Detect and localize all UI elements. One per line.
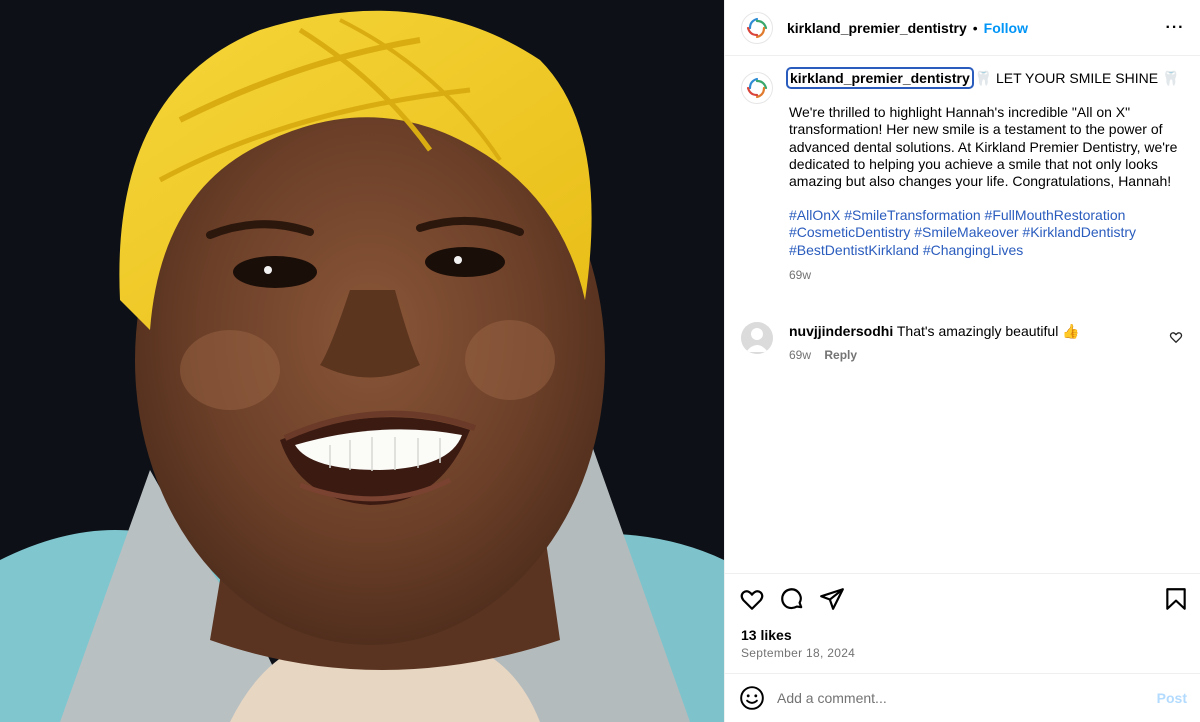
reply-button[interactable]: Reply bbox=[824, 348, 857, 362]
header-separator: • bbox=[972, 19, 978, 36]
caption-avatar[interactable] bbox=[741, 72, 773, 104]
caption-headline: 🦷 LET YOUR SMILE SHINE 🦷 bbox=[974, 70, 1180, 86]
follow-button[interactable]: Follow bbox=[984, 20, 1028, 36]
comment-item: nuvjjindersodhi That's amazingly beautif… bbox=[741, 320, 1187, 368]
post-header: kirkland_premier_dentistry • Follow ··· bbox=[725, 0, 1200, 56]
portrait-illustration bbox=[0, 0, 724, 722]
like-count[interactable]: 13 likes bbox=[741, 627, 792, 643]
comment-timestamp[interactable]: 69w bbox=[789, 348, 811, 362]
post-actions: 13 likes September 18, 2024 bbox=[725, 573, 1200, 673]
caption-timestamp[interactable]: 69w bbox=[789, 267, 1181, 284]
account-avatar[interactable] bbox=[741, 11, 773, 44]
smiley-icon[interactable] bbox=[739, 685, 765, 711]
comment-body: That's amazingly beautiful 👍 bbox=[896, 323, 1080, 339]
heart-icon[interactable] bbox=[739, 586, 765, 612]
add-comment-bar: Post bbox=[725, 673, 1200, 722]
comment-meta: 69w Reply bbox=[789, 348, 857, 362]
caption-body: kirkland_premier_dentistry 🦷 LET YOUR SM… bbox=[786, 67, 1181, 284]
more-dots-icon[interactable]: ··· bbox=[1163, 16, 1187, 40]
instagram-post: kirkland_premier_dentistry • Follow ··· … bbox=[0, 0, 1200, 722]
paper-plane-icon[interactable] bbox=[819, 586, 845, 612]
default-user-icon bbox=[741, 322, 773, 354]
post-photo[interactable] bbox=[0, 0, 724, 722]
comment-like-heart-icon[interactable] bbox=[1169, 330, 1183, 344]
post-date[interactable]: September 18, 2024 bbox=[741, 646, 855, 660]
comment-input[interactable] bbox=[777, 690, 1149, 706]
commenter-avatar[interactable] bbox=[741, 322, 773, 354]
caption-text: We're thrilled to highlight Hannah's inc… bbox=[789, 104, 1178, 190]
comment-text: nuvjjindersodhi That's amazingly beautif… bbox=[789, 323, 1080, 340]
post-comment-button[interactable]: Post bbox=[1157, 690, 1187, 706]
caption-username[interactable]: kirkland_premier_dentistry bbox=[786, 67, 974, 89]
comment-bubble-icon[interactable] bbox=[779, 586, 805, 612]
caption-first-line: kirkland_premier_dentistry 🦷 LET YOUR SM… bbox=[786, 67, 1181, 89]
action-icon-row bbox=[739, 586, 845, 612]
caption-hashtags[interactable]: #AllOnX #SmileTransformation #FullMouthR… bbox=[789, 207, 1181, 259]
header-username[interactable]: kirkland_premier_dentistry bbox=[787, 20, 967, 36]
swirl-logo-icon bbox=[746, 17, 768, 38]
commenter-username[interactable]: nuvjjindersodhi bbox=[789, 323, 893, 339]
swirl-logo-icon bbox=[746, 77, 768, 99]
bookmark-icon[interactable] bbox=[1163, 586, 1189, 612]
post-details-panel: kirkland_premier_dentistry • Follow ··· … bbox=[724, 0, 1200, 722]
